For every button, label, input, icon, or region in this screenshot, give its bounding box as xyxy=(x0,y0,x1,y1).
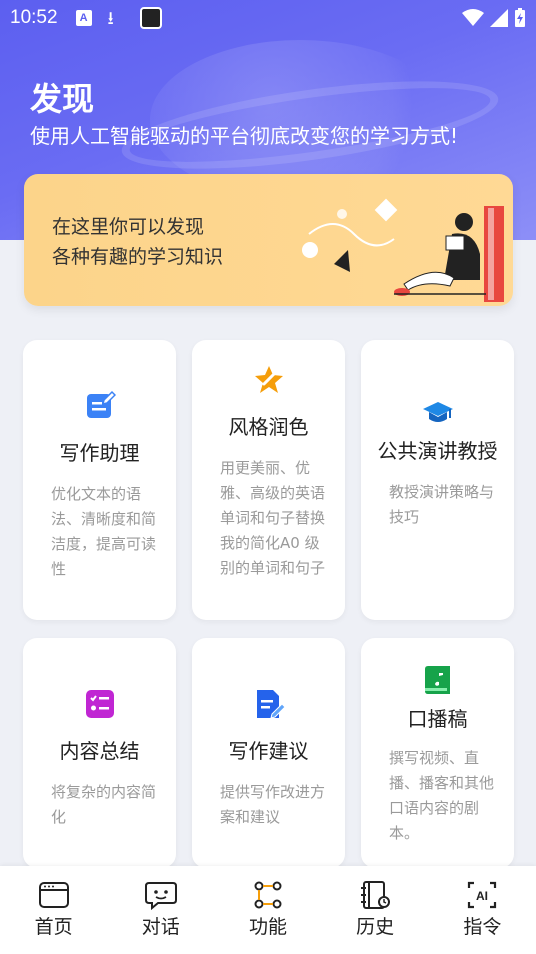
nav-chat[interactable]: 对话 xyxy=(121,866,201,954)
checklist-icon xyxy=(85,690,114,718)
nav-label: 首页 xyxy=(34,916,73,938)
card-description: 教授演讲策略与技巧 xyxy=(389,483,495,526)
nav-label: 指令 xyxy=(463,916,502,938)
card-description: 撰写视频、直播、播客和其他口语内容的剧本。 xyxy=(389,749,495,842)
function-nodes-icon xyxy=(254,881,282,909)
bottom-navigation: 首页 对话 功能 历史 AI 指令 xyxy=(0,866,536,954)
app-notification-icon xyxy=(139,7,162,29)
graduation-cap-icon xyxy=(422,402,453,422)
chat-bot-icon xyxy=(144,882,177,910)
wifi-icon xyxy=(462,9,484,26)
card-writing-assistant[interactable]: 写作助理 优化文本的语法、清晰度和简洁度，提高可读性 xyxy=(23,340,176,620)
green-book-icon xyxy=(424,666,450,694)
card-title: 内容总结 xyxy=(59,739,140,763)
card-writing-advice[interactable]: 写作建议 提供写作改进方案和建议 xyxy=(192,638,345,868)
status-bar: 10:52 A ⭳ xyxy=(0,0,536,36)
card-content-summary[interactable]: 内容总结 将复杂的内容简化 xyxy=(23,638,176,868)
nav-label: 历史 xyxy=(356,916,395,938)
nav-history[interactable]: 历史 xyxy=(335,866,415,954)
page-title: 发现 xyxy=(30,80,95,118)
card-style-polish[interactable]: 风格润色 用更美丽、优雅、高级的英语单词和句子替换我的简化A0 级别的单词和句子 xyxy=(192,340,345,620)
signal-icon xyxy=(490,9,508,27)
card-description: 用更美丽、优雅、高级的英语单词和句子替换我的简化A0 级别的单词和句子 xyxy=(220,459,326,577)
card-description: 将复杂的内容简化 xyxy=(51,783,157,826)
page-subtitle: 使用人工智能驱动的平台彻底改变您的学习方式! xyxy=(30,124,459,148)
card-description: 提供写作改进方案和建议 xyxy=(220,783,326,826)
nav-home[interactable]: 首页 xyxy=(14,866,94,954)
card-description: 优化文本的语法、清晰度和简洁度，提高可读性 xyxy=(51,485,157,578)
status-time: 10:52 xyxy=(10,7,58,28)
nav-commands[interactable]: AI 指令 xyxy=(442,866,522,954)
card-voiceover-script[interactable]: 口播稿 撰写视频、直播、播客和其他口语内容的剧本。 xyxy=(361,638,514,868)
banner-text: 在这里你可以发现 各种有趣的学习知识 xyxy=(52,216,224,268)
history-book-icon xyxy=(361,881,391,909)
discover-banner[interactable]: 在这里你可以发现 各种有趣的学习知识 xyxy=(24,174,513,306)
notification-a-icon: A xyxy=(75,10,92,26)
edit-doc-icon xyxy=(86,390,116,418)
nav-label: 对话 xyxy=(141,916,180,938)
reading-person-illustration xyxy=(302,198,504,302)
card-title: 公共演讲教授 xyxy=(377,439,498,463)
card-title: 风格润色 xyxy=(228,415,309,439)
card-title: 写作助理 xyxy=(59,441,140,465)
ai-command-icon: AI xyxy=(468,881,497,909)
download-icon: ⭳ xyxy=(107,8,114,28)
star-pen-icon xyxy=(254,366,283,393)
doc-pen-icon xyxy=(256,690,285,719)
card-title: 写作建议 xyxy=(228,739,309,763)
battery-icon xyxy=(515,8,525,27)
nav-functions[interactable]: 功能 xyxy=(228,866,308,954)
svg-text:AI: AI xyxy=(476,889,488,903)
home-window-icon xyxy=(38,882,69,908)
card-public-speaking[interactable]: 公共演讲教授 教授演讲策略与技巧 xyxy=(361,340,514,620)
nav-label: 功能 xyxy=(248,916,287,938)
card-title: 口播稿 xyxy=(407,707,468,731)
